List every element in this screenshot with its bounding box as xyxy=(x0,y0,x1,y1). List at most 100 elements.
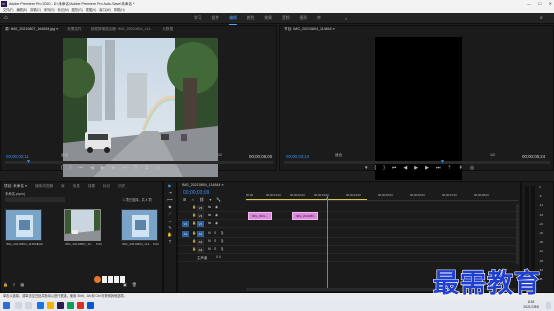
slip-tool-icon[interactable]: ⟋ xyxy=(164,210,176,217)
toolbar-icon[interactable] xyxy=(114,276,119,283)
track-label-a2[interactable]: A2 xyxy=(197,239,204,245)
program-mark-in-icon[interactable]: { xyxy=(375,165,377,171)
eye-icon[interactable]: ◉ xyxy=(215,221,218,225)
sync-lock-icon[interactable]: ⇆ xyxy=(208,213,211,217)
timeline-playhead[interactable] xyxy=(327,196,328,290)
source-resolution-dropdown[interactable]: 1/2 xyxy=(217,153,222,157)
icon-view-icon[interactable]: ▦ xyxy=(20,282,24,287)
lock-track-icon[interactable]: 🔒 xyxy=(192,231,196,235)
delete-icon[interactable]: 🗑 xyxy=(132,282,137,287)
go-to-in-icon[interactable]: ⏮ xyxy=(78,165,83,171)
insert-icon[interactable]: ⎘ xyxy=(134,165,138,171)
settings-wrench-icon[interactable]: 🔧 xyxy=(216,197,221,202)
go-to-out-icon[interactable]: ⏭ xyxy=(122,165,127,171)
source-time-ruler[interactable] xyxy=(5,161,273,164)
lock-track-icon[interactable]: 🔒 xyxy=(192,247,196,251)
razor-tool-icon[interactable]: ◆ xyxy=(164,203,176,210)
lock-track-icon[interactable]: 🔒 xyxy=(192,213,196,217)
overwrite-icon[interactable]: ⧉ xyxy=(145,165,149,171)
program-fit-dropdown[interactable]: 适合 xyxy=(335,153,342,158)
lock-icon[interactable]: 🔒 xyxy=(3,282,8,287)
close-button[interactable]: ✕ xyxy=(549,0,552,8)
workspace-tab-color[interactable]: 颜色 xyxy=(247,13,255,25)
project-search-input[interactable] xyxy=(5,197,65,202)
timeline-clip[interactable]: IMG_2021080... xyxy=(292,212,318,220)
timeline-timecode[interactable]: 00;00;03;09 xyxy=(183,190,209,196)
workspace-tab-graphics[interactable]: 图形 xyxy=(300,13,308,25)
solo-button[interactable]: S xyxy=(214,247,216,251)
timeline-ruler[interactable]: 00;00 00;00;01;00 00;00;02;00 00;00;03;0… xyxy=(246,192,518,201)
mark-in-icon[interactable]: { xyxy=(61,165,63,171)
mute-button[interactable]: M xyxy=(208,239,211,243)
eye-icon[interactable]: ◉ xyxy=(215,213,218,217)
step-back-icon[interactable]: ◀ xyxy=(90,165,94,171)
solo-button[interactable]: S xyxy=(214,231,216,235)
selection-tool-icon[interactable]: ▶ xyxy=(164,182,176,189)
list-view-icon[interactable]: ≡ xyxy=(13,282,15,287)
notification-icon[interactable] xyxy=(546,302,551,309)
home-icon[interactable]: ⌂ xyxy=(4,15,8,22)
snap-icon[interactable]: ∩ xyxy=(191,197,194,202)
program-export-frame-icon[interactable]: ◎ xyxy=(470,165,474,171)
ripple-edit-tool-icon[interactable]: ⟷ xyxy=(164,196,176,203)
workspace-tab-assembly[interactable]: 组件 xyxy=(212,13,220,25)
pen-tool-icon[interactable]: ✎ xyxy=(164,224,176,231)
work-area-bar[interactable] xyxy=(246,199,367,200)
type-tool-icon[interactable]: T xyxy=(164,238,176,245)
track-label-a3[interactable]: A3 xyxy=(197,247,204,253)
taskbar-search-icon[interactable] xyxy=(15,302,22,309)
input-method-icon[interactable] xyxy=(94,276,101,283)
track-label-a1[interactable]: A1 xyxy=(197,231,204,237)
lock-track-icon[interactable]: 🔒 xyxy=(192,205,196,209)
program-go-to-out-icon[interactable]: ⏭ xyxy=(436,165,441,171)
source-patch-a1[interactable]: A1 xyxy=(182,231,189,237)
program-step-back-icon[interactable]: ◀ xyxy=(403,165,407,171)
rate-stretch-tool-icon[interactable]: ↔ xyxy=(164,217,176,224)
tab-metadata[interactable]: 元数据 xyxy=(162,26,173,32)
lift-icon[interactable]: ⇡ xyxy=(447,165,451,171)
program-go-to-in-icon[interactable]: ⏮ xyxy=(392,165,397,171)
mic-icon[interactable]: 🎙 xyxy=(220,239,224,243)
tab-media-browser[interactable]: 媒体浏览器 xyxy=(35,183,53,189)
toolbar-icon[interactable] xyxy=(108,276,113,283)
project-item-thumbnail[interactable] xyxy=(64,209,101,241)
minimize-button[interactable]: — xyxy=(527,0,531,8)
tab-audio-clip-mixer[interactable]: 音频剪辑混合器: IMG_20210804_114... xyxy=(91,26,154,32)
mute-button[interactable]: M xyxy=(208,231,211,235)
track-label-v1[interactable]: V1 xyxy=(197,221,204,227)
project-item-thumbnail[interactable] xyxy=(5,209,42,241)
source-playhead[interactable]: ▼ xyxy=(26,159,31,165)
sync-lock-icon[interactable]: ⇆ xyxy=(208,205,211,209)
tab-effects[interactable]: 效果 xyxy=(88,183,95,189)
program-resolution-dropdown[interactable]: 1/2 xyxy=(490,153,495,157)
solo-button[interactable]: S xyxy=(214,239,216,243)
play-icon[interactable]: ▶ xyxy=(101,165,105,171)
taskbar-app-icon[interactable] xyxy=(77,302,84,309)
workspace-tab-effects[interactable]: 效果 xyxy=(264,13,272,25)
mic-icon[interactable]: 🎙 xyxy=(220,231,224,235)
track-select-tool-icon[interactable]: ⇥ xyxy=(164,189,176,196)
mute-button[interactable]: M xyxy=(208,247,211,251)
tab-effect-controls[interactable]: 效果控件 xyxy=(67,26,81,32)
lock-track-icon[interactable]: 🔒 xyxy=(192,239,196,243)
workspace-tab-learn[interactable]: 学习 xyxy=(194,13,202,25)
export-frame-icon[interactable]: ◎ xyxy=(156,165,160,171)
master-volume-value[interactable]: 0.0 xyxy=(216,255,221,259)
eye-icon[interactable]: ◉ xyxy=(215,205,218,209)
lock-track-icon[interactable]: 🔒 xyxy=(192,221,196,225)
taskbar-clock[interactable]: 8:52 2021/7/8/8 xyxy=(523,300,539,310)
maximize-button[interactable]: ☐ xyxy=(538,0,542,8)
track-label-v3[interactable]: V3 xyxy=(197,205,204,211)
program-mark-out-icon[interactable]: } xyxy=(383,165,385,171)
tab-source[interactable]: 源: IMG_20210807_164654.jpg ≡ xyxy=(5,26,58,32)
timeline-playhead-handle[interactable]: ▼ xyxy=(325,196,329,201)
mark-out-icon[interactable]: } xyxy=(70,165,72,171)
premiere-taskbar-icon[interactable] xyxy=(57,302,64,309)
tab-project[interactable]: 项目: 未命名 ≡ xyxy=(4,183,27,189)
hand-tool-icon[interactable]: ✋ xyxy=(164,231,176,238)
tab-markers[interactable]: 标记 xyxy=(103,183,110,189)
workspace-tab-audio[interactable]: 音频 xyxy=(282,13,290,25)
extract-icon[interactable]: ⇞ xyxy=(459,165,463,171)
tab-history[interactable]: 历史 xyxy=(118,183,125,189)
toolbar-icon[interactable] xyxy=(102,276,107,283)
